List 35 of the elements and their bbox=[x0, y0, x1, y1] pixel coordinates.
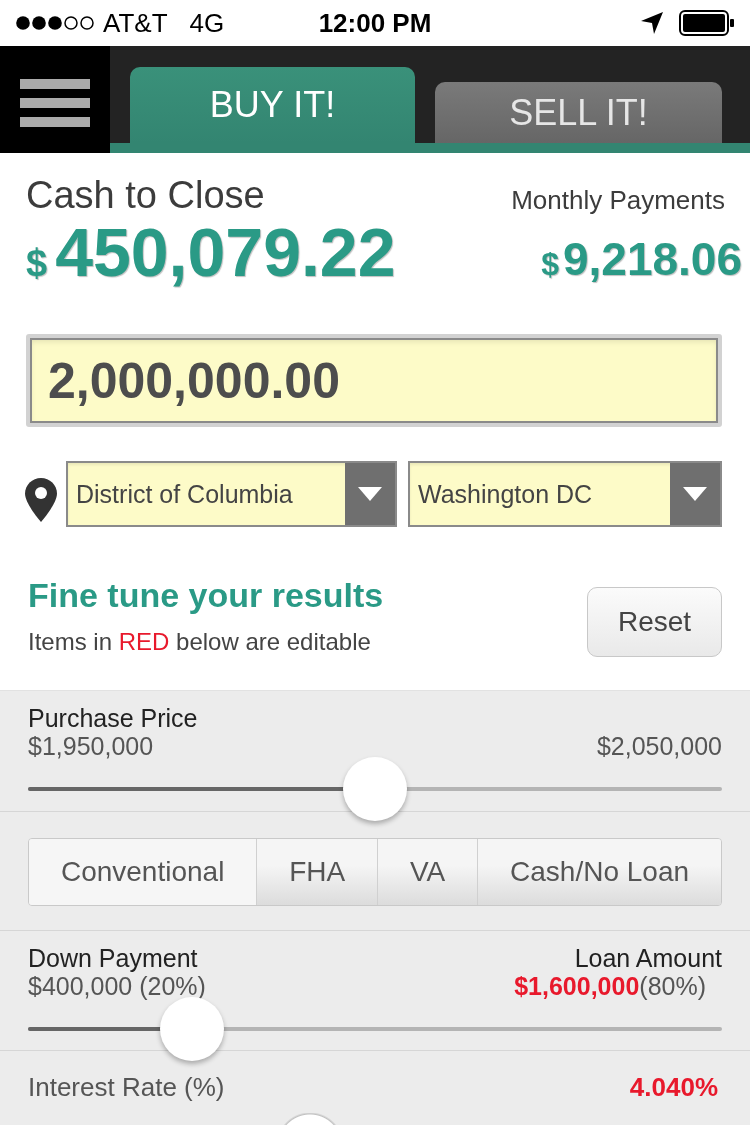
range-max-value: $2,050,000 bbox=[596, 732, 722, 760]
tab[interactable]: SELL IT! bbox=[435, 82, 722, 143]
location-dropdown[interactable]: District of Columbia bbox=[66, 461, 397, 527]
tab[interactable]: BUY IT! bbox=[130, 67, 415, 143]
down-payment-value: $400,000 (20%) bbox=[28, 972, 206, 1000]
editable-note: Items in RED below are editable bbox=[28, 627, 372, 657]
cash-to-close-label: Cash to Close bbox=[26, 173, 266, 217]
loan-type-segment[interactable]: Conventional bbox=[29, 839, 257, 905]
location-arrow-icon bbox=[641, 12, 663, 34]
slider-thumb[interactable] bbox=[343, 757, 407, 821]
loan-amount-label: Loan Amount bbox=[574, 944, 722, 972]
section-title: Fine tune your results bbox=[28, 575, 384, 615]
monthly-payments-amount: $9,218.06 bbox=[541, 232, 742, 287]
loan-type-segment[interactable]: FHA bbox=[256, 839, 378, 905]
clock-time: 12:00 PM bbox=[318, 7, 432, 39]
cash-to-close-amount: $450,079.22 bbox=[26, 217, 396, 292]
monthly-payments-label: Monthly Payments bbox=[511, 185, 725, 215]
network-type: 4G bbox=[189, 7, 225, 39]
loan-type-segment[interactable]: Cash/No Loan bbox=[477, 839, 721, 905]
price-input[interactable]: 2,000,000.00 bbox=[26, 334, 722, 427]
signal-icon bbox=[15, 15, 95, 31]
reset-button[interactable]: Reset bbox=[587, 587, 722, 657]
interest-rate-value: 4.040% bbox=[629, 1073, 719, 1101]
menu-button[interactable] bbox=[0, 46, 110, 153]
menu-icon bbox=[20, 78, 90, 127]
purchase-price-label: Purchase Price bbox=[28, 704, 198, 732]
loan-amount-value: $1,600,000(80%) bbox=[514, 972, 707, 1000]
carrier-name: AT&T bbox=[103, 7, 168, 39]
battery-icon bbox=[679, 10, 735, 36]
down-payment-label: Down Payment bbox=[28, 944, 198, 972]
location-dropdown[interactable]: Washington DC bbox=[408, 461, 722, 527]
range-min-value: $1,950,000 bbox=[28, 732, 154, 760]
loan-type-segment[interactable]: VA bbox=[377, 839, 478, 905]
interest-rate-label: Interest Rate (%) bbox=[28, 1073, 225, 1101]
map-pin-icon bbox=[25, 478, 57, 522]
